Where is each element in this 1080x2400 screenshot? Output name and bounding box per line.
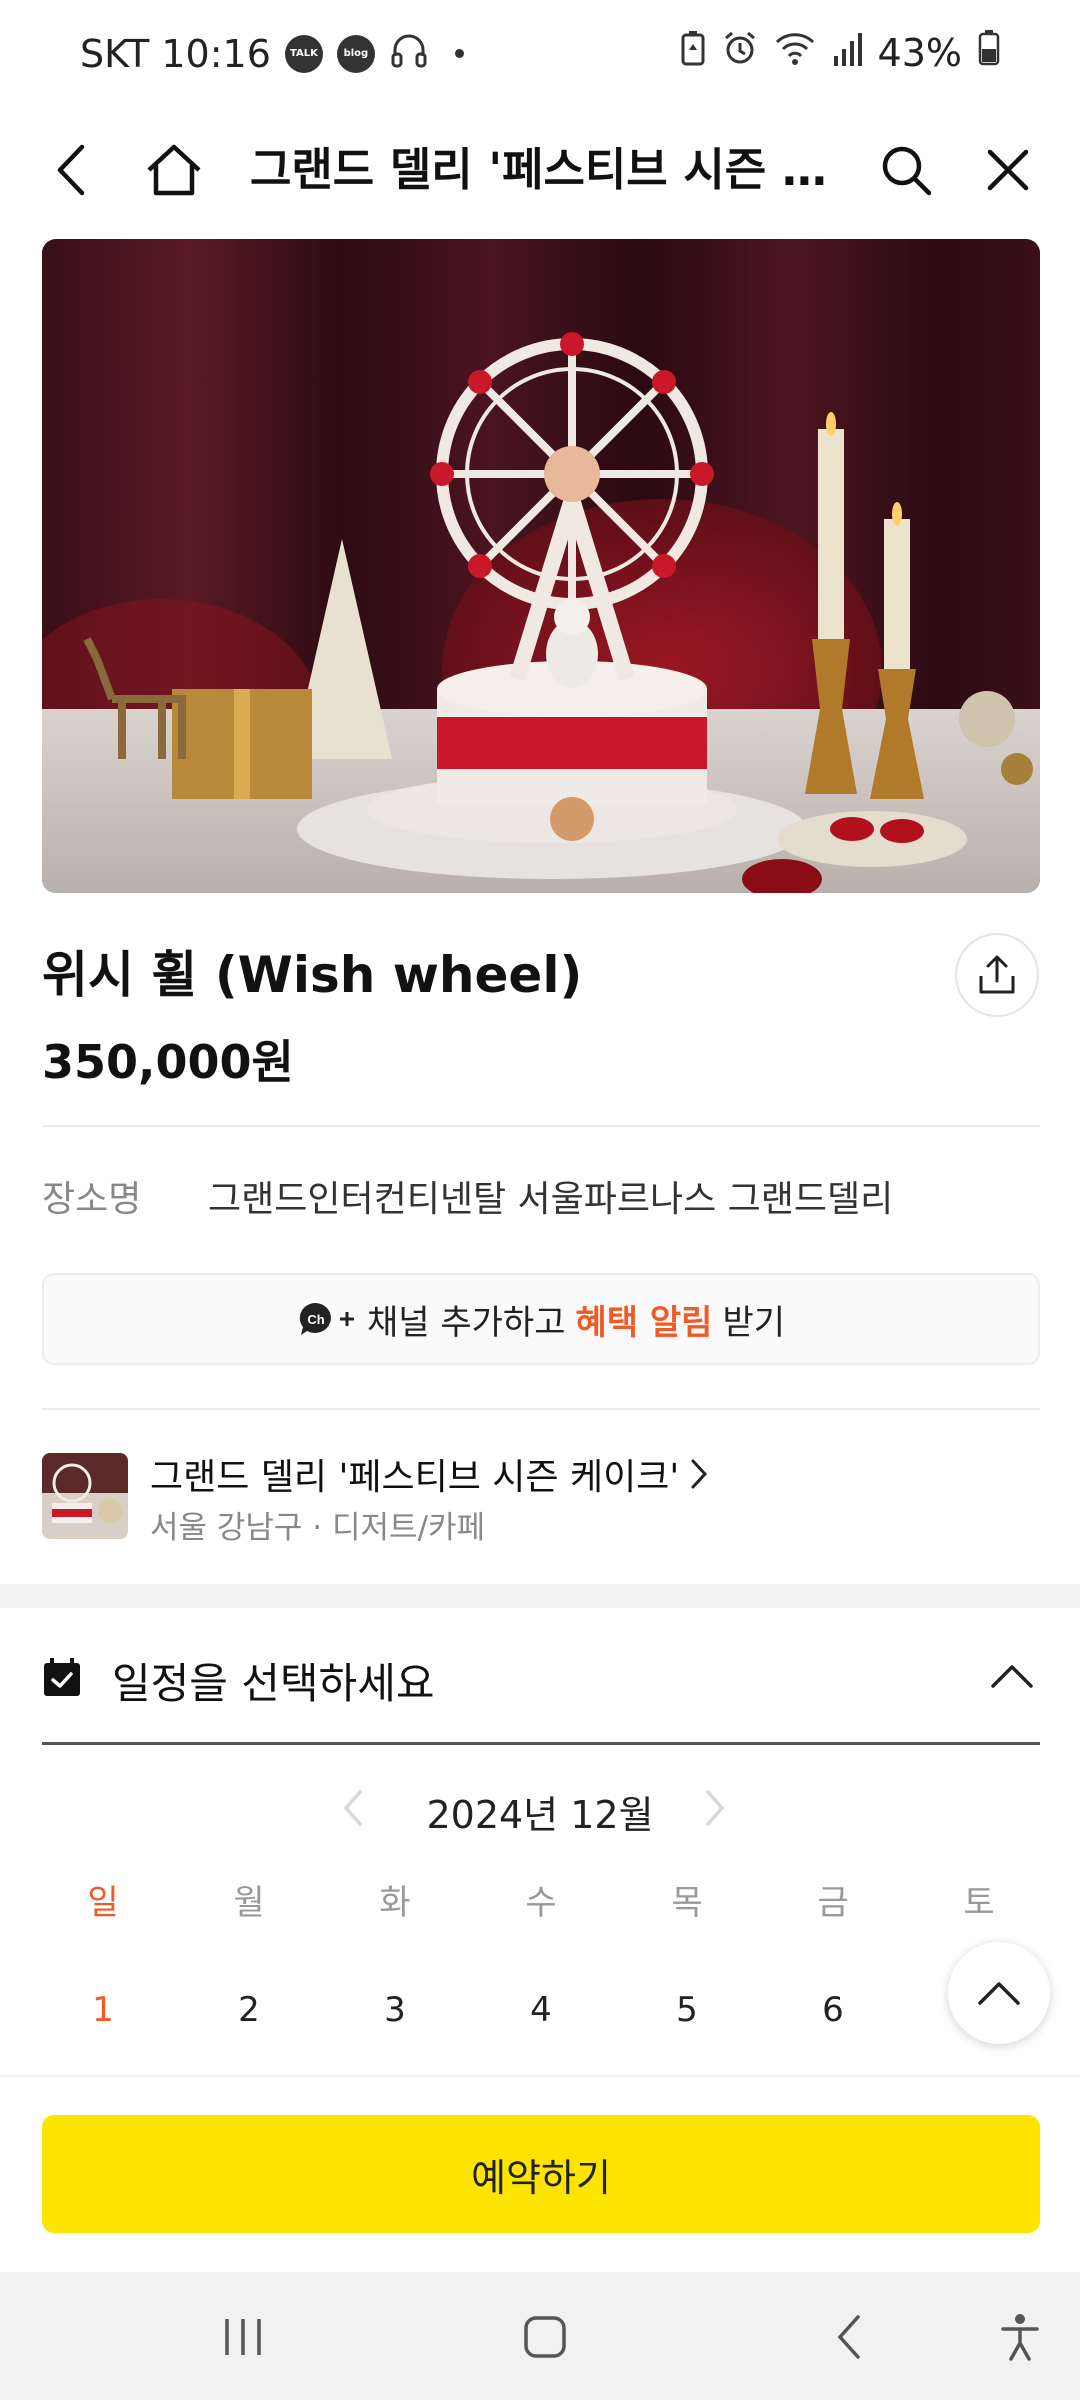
divider bbox=[42, 1125, 1040, 1127]
calendar-day[interactable]: 3 bbox=[355, 1990, 435, 2030]
close-button[interactable] bbox=[958, 110, 1058, 230]
next-month-button[interactable] bbox=[702, 1788, 728, 1832]
calendar-day[interactable]: 4 bbox=[501, 1990, 581, 2030]
recent-apps-button[interactable] bbox=[208, 2302, 278, 2372]
battery-icon bbox=[978, 30, 1000, 75]
channel-text-highlight: 혜택 알림 bbox=[575, 1302, 713, 1343]
chevron-up-icon bbox=[991, 1665, 1033, 1688]
talk-icon: TALK bbox=[284, 34, 323, 73]
product-title: 위시 휠 (Wish wheel) bbox=[42, 946, 583, 1004]
reserve-button[interactable]: 예약하기 bbox=[42, 2115, 1040, 2233]
system-nav-bar bbox=[0, 2272, 1080, 2400]
schedule-title: 일정을 선택하세요 bbox=[112, 1659, 435, 1708]
headphones-icon bbox=[389, 30, 429, 77]
month-label: 2024년 12월 bbox=[426, 1793, 654, 1837]
battery-percent: 43% bbox=[877, 30, 962, 75]
home-icon bbox=[147, 144, 201, 196]
store-meta: 서울 강남구 · 디저트/카페 bbox=[150, 1510, 486, 1546]
weekday-label: 금 bbox=[817, 1883, 849, 1923]
accessibility-button[interactable] bbox=[985, 2302, 1055, 2372]
home-button[interactable] bbox=[124, 110, 224, 230]
home-square-icon bbox=[524, 2316, 566, 2358]
svg-text:Ch: Ch bbox=[307, 1312, 324, 1327]
accessibility-icon bbox=[1001, 2314, 1039, 2361]
status-right: 43% bbox=[680, 30, 1000, 75]
top-nav: 그랜드 델리 '페스티브 시즌 케... bbox=[0, 110, 1080, 230]
back-nav-icon bbox=[837, 2315, 860, 2359]
chevron-up-icon bbox=[978, 1982, 1020, 2005]
chevron-right-icon bbox=[706, 1790, 725, 1826]
weekday-label: 목 bbox=[671, 1883, 703, 1923]
weekday-label: 화 bbox=[379, 1883, 411, 1923]
home-nav-button[interactable] bbox=[510, 2302, 580, 2372]
product-price: 350,000원 bbox=[42, 1035, 294, 1089]
chevron-left-icon bbox=[57, 144, 85, 196]
weekday-label: 월 bbox=[233, 1883, 265, 1923]
weekday-label: 수 bbox=[525, 1883, 557, 1923]
page-title: 그랜드 델리 '페스티브 시즌 케... bbox=[250, 143, 840, 196]
battery-saver-icon bbox=[680, 30, 706, 75]
scroll-to-top-button[interactable] bbox=[948, 1942, 1050, 2044]
place-label: 장소명 bbox=[42, 1179, 142, 1220]
weekday-label: 일 bbox=[87, 1883, 119, 1923]
calendar-day[interactable]: 2 bbox=[209, 1990, 289, 2030]
carrier-time: SKT 10:16 bbox=[80, 31, 271, 76]
wifi-icon bbox=[774, 30, 816, 75]
calendar-day[interactable]: 1 bbox=[63, 1990, 143, 2030]
place-value: 그랜드인터컨티넨탈 서울파르나스 그랜드델리 bbox=[208, 1179, 894, 1220]
recent-apps-icon bbox=[225, 2319, 261, 2355]
bottom-divider bbox=[0, 2075, 1080, 2077]
signal-icon bbox=[832, 31, 862, 75]
store-thumbnail[interactable] bbox=[42, 1453, 128, 1539]
chevron-right-icon bbox=[691, 1459, 708, 1489]
month-navigator: 2024년 12월 bbox=[0, 1780, 1080, 1840]
calendar-check-icon bbox=[44, 1658, 80, 1696]
store-link[interactable]: 그랜드 델리 '페스티브 시즌 케이크' bbox=[150, 1448, 709, 1500]
alarm-icon bbox=[722, 30, 758, 75]
blog-icon: blog bbox=[336, 34, 375, 73]
back-nav-button[interactable] bbox=[814, 2302, 884, 2372]
calendar-day[interactable]: 6 bbox=[793, 1990, 873, 2030]
section-gap bbox=[0, 1584, 1080, 1608]
collapse-button[interactable] bbox=[982, 1646, 1042, 1706]
notification-dot-icon bbox=[454, 49, 464, 58]
search-button[interactable] bbox=[856, 110, 956, 230]
calendar-day[interactable]: 5 bbox=[647, 1990, 727, 2030]
status-bar: SKT 10:16 TALK blog 43% bbox=[0, 0, 1080, 110]
product-image bbox=[42, 239, 1040, 893]
share-button[interactable] bbox=[955, 933, 1039, 1017]
divider bbox=[42, 1408, 1040, 1410]
share-icon bbox=[979, 955, 1015, 994]
status-left: SKT 10:16 TALK blog bbox=[80, 30, 464, 77]
search-icon bbox=[882, 146, 932, 196]
channel-text-suffix: 받기 bbox=[722, 1302, 786, 1343]
back-button[interactable] bbox=[22, 110, 122, 230]
store-name: 그랜드 델리 '페스티브 시즌 케이크' bbox=[150, 1457, 680, 1498]
weekday-label: 토 bbox=[963, 1883, 995, 1923]
channel-text-prefix: 채널 추가하고 bbox=[366, 1302, 566, 1343]
schedule-header[interactable]: 일정을 선택하세요 bbox=[0, 1608, 1080, 1744]
channel-icon: Ch bbox=[297, 1300, 357, 1338]
channel-add-banner[interactable]: Ch 채널 추가하고 혜택 알림 받기 bbox=[42, 1273, 1040, 1365]
close-icon bbox=[987, 149, 1029, 191]
schedule-divider bbox=[42, 1742, 1040, 1745]
